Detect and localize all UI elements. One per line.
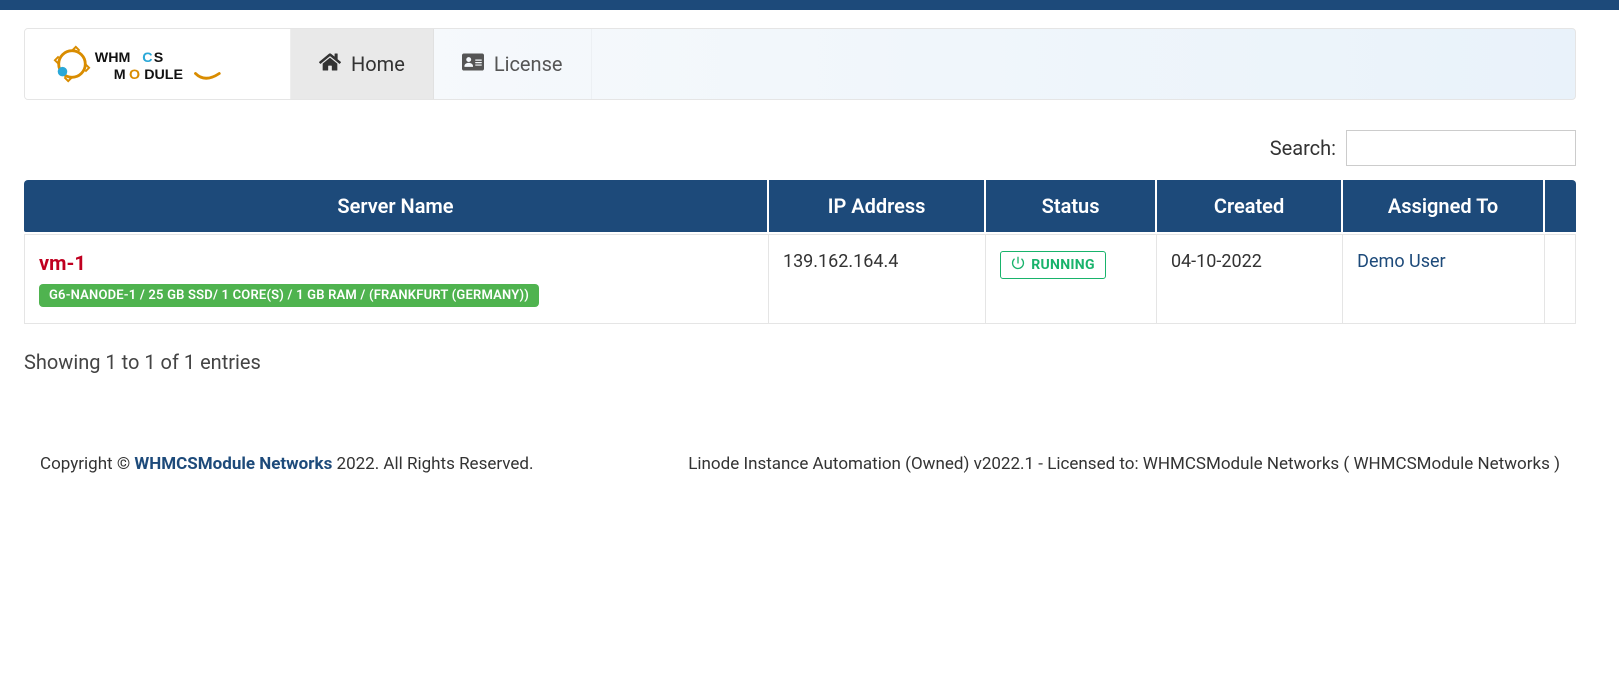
power-icon (1011, 256, 1025, 274)
server-spec-badge: G6-NANODE-1 / 25 GB SSD/ 1 CORE(S) / 1 G… (39, 284, 539, 307)
tab-license[interactable]: License (434, 29, 592, 99)
footer: Copyright © WHMCSModule Networks 2022. A… (24, 454, 1576, 498)
home-icon (319, 51, 341, 78)
th-assigned-to[interactable]: Assigned To (1343, 180, 1545, 232)
id-card-icon (462, 51, 484, 78)
tab-home-label: Home (351, 52, 405, 76)
copyright-suffix: 2022. All Rights Reserved. (332, 454, 533, 474)
svg-text:C: C (142, 50, 152, 66)
server-name-link[interactable]: vm-1 (39, 251, 86, 275)
th-server-name[interactable]: Server Name (24, 180, 769, 232)
search-row: Search: (24, 130, 1576, 166)
svg-text:DULE: DULE (144, 67, 183, 83)
svg-text:S: S (154, 50, 164, 66)
th-status[interactable]: Status (986, 180, 1157, 232)
th-ip-address[interactable]: IP Address (769, 180, 986, 232)
table-info: Showing 1 to 1 of 1 entries (24, 350, 1576, 374)
cell-ip: 139.162.164.4 (769, 234, 986, 324)
svg-text:WHM: WHM (95, 50, 131, 66)
cell-status: RUNNING (986, 234, 1157, 324)
search-input[interactable] (1346, 130, 1576, 166)
cell-server-name: vm-1 G6-NANODE-1 / 25 GB SSD/ 1 CORE(S) … (24, 234, 769, 324)
cell-actions (1545, 234, 1576, 324)
cell-created: 04-10-2022 (1157, 234, 1343, 324)
svg-text:M: M (114, 67, 126, 83)
status-badge: RUNNING (1000, 251, 1106, 279)
search-label: Search: (1270, 136, 1336, 160)
footer-right: Linode Instance Automation (Owned) v2022… (688, 454, 1560, 474)
table-row: vm-1 G6-NANODE-1 / 25 GB SSD/ 1 CORE(S) … (24, 234, 1576, 324)
logo[interactable]: WHM C S M O DULE (25, 29, 291, 99)
footer-left: Copyright © WHMCSModule Networks 2022. A… (40, 454, 533, 474)
th-created[interactable]: Created (1157, 180, 1343, 232)
whmcs-module-logo: WHM C S M O DULE (53, 45, 262, 83)
tab-home[interactable]: Home (291, 29, 434, 99)
svg-text:O: O (129, 67, 140, 83)
top-accent-bar (0, 0, 1619, 10)
servers-table: Server Name IP Address Status Created As… (24, 178, 1576, 326)
assigned-user-link[interactable]: Demo User (1357, 251, 1445, 272)
tab-license-label: License (494, 52, 563, 76)
status-text: RUNNING (1031, 257, 1095, 273)
footer-brand[interactable]: WHMCSModule Networks (134, 454, 332, 474)
th-actions (1545, 180, 1576, 232)
main-nav: WHM C S M O DULE Home License (24, 28, 1576, 100)
copyright-prefix: Copyright © (40, 454, 134, 474)
cell-assigned-to: Demo User (1343, 234, 1545, 324)
